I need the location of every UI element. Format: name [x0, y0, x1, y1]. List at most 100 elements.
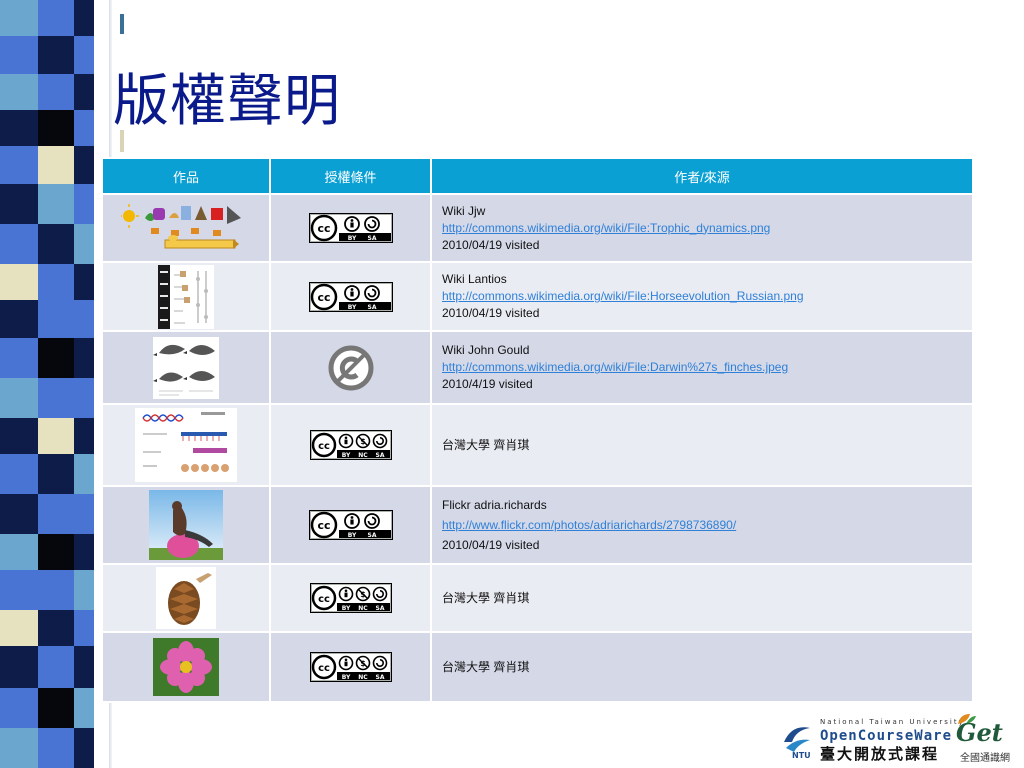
- exercise-ball-photo-thumbnail: [149, 490, 223, 560]
- author-name: Wiki Lantios: [442, 272, 507, 286]
- strip-block: [0, 454, 38, 494]
- trophic-dynamics-thumbnail: [121, 200, 251, 256]
- strip-block: [74, 300, 94, 338]
- strip-band: [0, 688, 112, 728]
- table-header-row: 作品 授權條件 作者/來源: [101, 157, 974, 195]
- source-cell: Wiki John Gould http://commons.wikimedia…: [430, 330, 974, 405]
- strip-block: [0, 0, 38, 36]
- strip-band: [0, 378, 112, 418]
- darwin-finches-thumbnail: [153, 336, 219, 399]
- author-name: 台灣大學 齊肖琪: [442, 590, 530, 605]
- author-name: Flickr adria.richards: [442, 498, 547, 512]
- strip-block: [0, 378, 38, 418]
- get-caption: 全國通識網: [960, 753, 1010, 764]
- strip-band: [0, 418, 112, 454]
- work-cell: [101, 193, 271, 263]
- strip-band: [0, 728, 112, 768]
- strip-block: [0, 570, 38, 610]
- pine-cone-photo-thumbnail: [156, 567, 216, 629]
- source-cell: 台灣大學 齊肖琪: [430, 403, 974, 487]
- source-link[interactable]: http://www.flickr.com/photos/adriarichar…: [442, 515, 972, 535]
- by-text: BY: [347, 304, 356, 311]
- get-mark: Get: [956, 718, 1003, 747]
- strip-band: [0, 610, 112, 646]
- strip-block: [74, 610, 94, 646]
- strip-block: [0, 338, 38, 378]
- strip-block: [74, 74, 94, 110]
- horse-evolution-thumbnail: [158, 264, 214, 329]
- ntu-swirl-icon: NTU: [780, 720, 818, 765]
- strip-block: [74, 184, 94, 224]
- sa-text: SA: [375, 605, 384, 612]
- by-text: BY: [341, 674, 350, 681]
- source-link[interactable]: http://commons.wikimedia.org/wiki/File:T…: [442, 220, 972, 237]
- header-author-source: 作者/來源: [430, 157, 974, 195]
- table-row: cc BY SA Wiki Jjw http://commons.wikimed…: [101, 193, 974, 263]
- ntu-mark-text: NTU: [792, 751, 811, 760]
- strip-band: [0, 300, 112, 338]
- author-name: 台灣大學 齊肖琪: [442, 437, 530, 452]
- license-cell: cc BY SA: [269, 261, 432, 332]
- strip-block: [74, 36, 94, 74]
- strip-band: [0, 454, 112, 494]
- work-cell: [101, 403, 271, 487]
- strip-band: [0, 494, 112, 534]
- strip-block: [38, 688, 74, 728]
- visited-date: 2010/04/19 visited: [442, 538, 540, 552]
- cc-by-nc-sa-badge: cc $ BY NC SA: [309, 583, 392, 613]
- strip-band: [0, 184, 112, 224]
- strip-block: [38, 570, 74, 610]
- cc-by-sa-badge: cc BY SA: [308, 281, 393, 312]
- table-row: cc $ BY NC SA 台灣大學 齊肖琪: [101, 631, 974, 703]
- get-general-education-logo: Get 全國通識網: [948, 712, 1020, 766]
- strip-block: [38, 184, 74, 224]
- sa-text: SA: [367, 532, 376, 539]
- work-cell: [101, 563, 271, 633]
- strip-block: [0, 728, 38, 768]
- cc-text: cc: [318, 441, 330, 452]
- ocw-university-name: National Taiwan University: [820, 718, 965, 726]
- ocw-chinese-name: 臺大開放式課程: [820, 745, 940, 763]
- strip-block: [74, 728, 94, 768]
- source-link[interactable]: http://commons.wikimedia.org/wiki/File:H…: [442, 288, 972, 305]
- strip-block: [38, 418, 74, 454]
- sa-text: SA: [375, 452, 384, 459]
- strip-block: [0, 264, 38, 300]
- cc-by-nc-sa-badge: cc $ BY NC SA: [309, 652, 392, 682]
- strip-block: [74, 454, 94, 494]
- strip-block: [38, 494, 74, 534]
- strip-block: [74, 224, 94, 264]
- nc-text: NC: [358, 674, 368, 681]
- strip-block: [38, 454, 74, 494]
- work-cell: [101, 485, 271, 565]
- visited-date: 2010/04/19 visited: [442, 306, 540, 320]
- cc-by-nc-sa-badge: cc $ BY NC SA: [309, 430, 392, 460]
- cc-text: cc: [317, 519, 330, 532]
- sa-text: SA: [367, 235, 376, 242]
- strip-block: [0, 110, 38, 146]
- work-cell: [101, 631, 271, 703]
- strip-band: [0, 264, 112, 300]
- strip-block: [38, 534, 74, 570]
- work-cell: [101, 261, 271, 332]
- cc-text: cc: [318, 663, 330, 674]
- public-domain-icon: [328, 345, 374, 391]
- strip-block: [74, 534, 94, 570]
- source-cell: 台灣大學 齊肖琪: [430, 563, 974, 633]
- table-row: cc BY SA Flickr adria.richards http://ww…: [101, 485, 974, 565]
- strip-block: [0, 646, 38, 688]
- strip-band: [0, 224, 112, 264]
- title-accent-bar: [120, 130, 124, 152]
- page-title: 版權聲明: [113, 69, 341, 134]
- strip-band: [0, 646, 112, 688]
- license-cell: cc $ BY NC SA: [269, 403, 432, 487]
- by-text: BY: [341, 605, 350, 612]
- ocw-name: OpenCourseWare: [820, 728, 953, 744]
- strip-block: [0, 610, 38, 646]
- table-row: cc BY SA Wiki Lantios http://commons.wik…: [101, 261, 974, 332]
- source-link[interactable]: http://commons.wikimedia.org/wiki/File:D…: [442, 359, 972, 376]
- work-cell: [101, 330, 271, 405]
- license-cell: cc BY SA: [269, 485, 432, 565]
- strip-band: [0, 36, 112, 74]
- strip-block: [74, 646, 94, 688]
